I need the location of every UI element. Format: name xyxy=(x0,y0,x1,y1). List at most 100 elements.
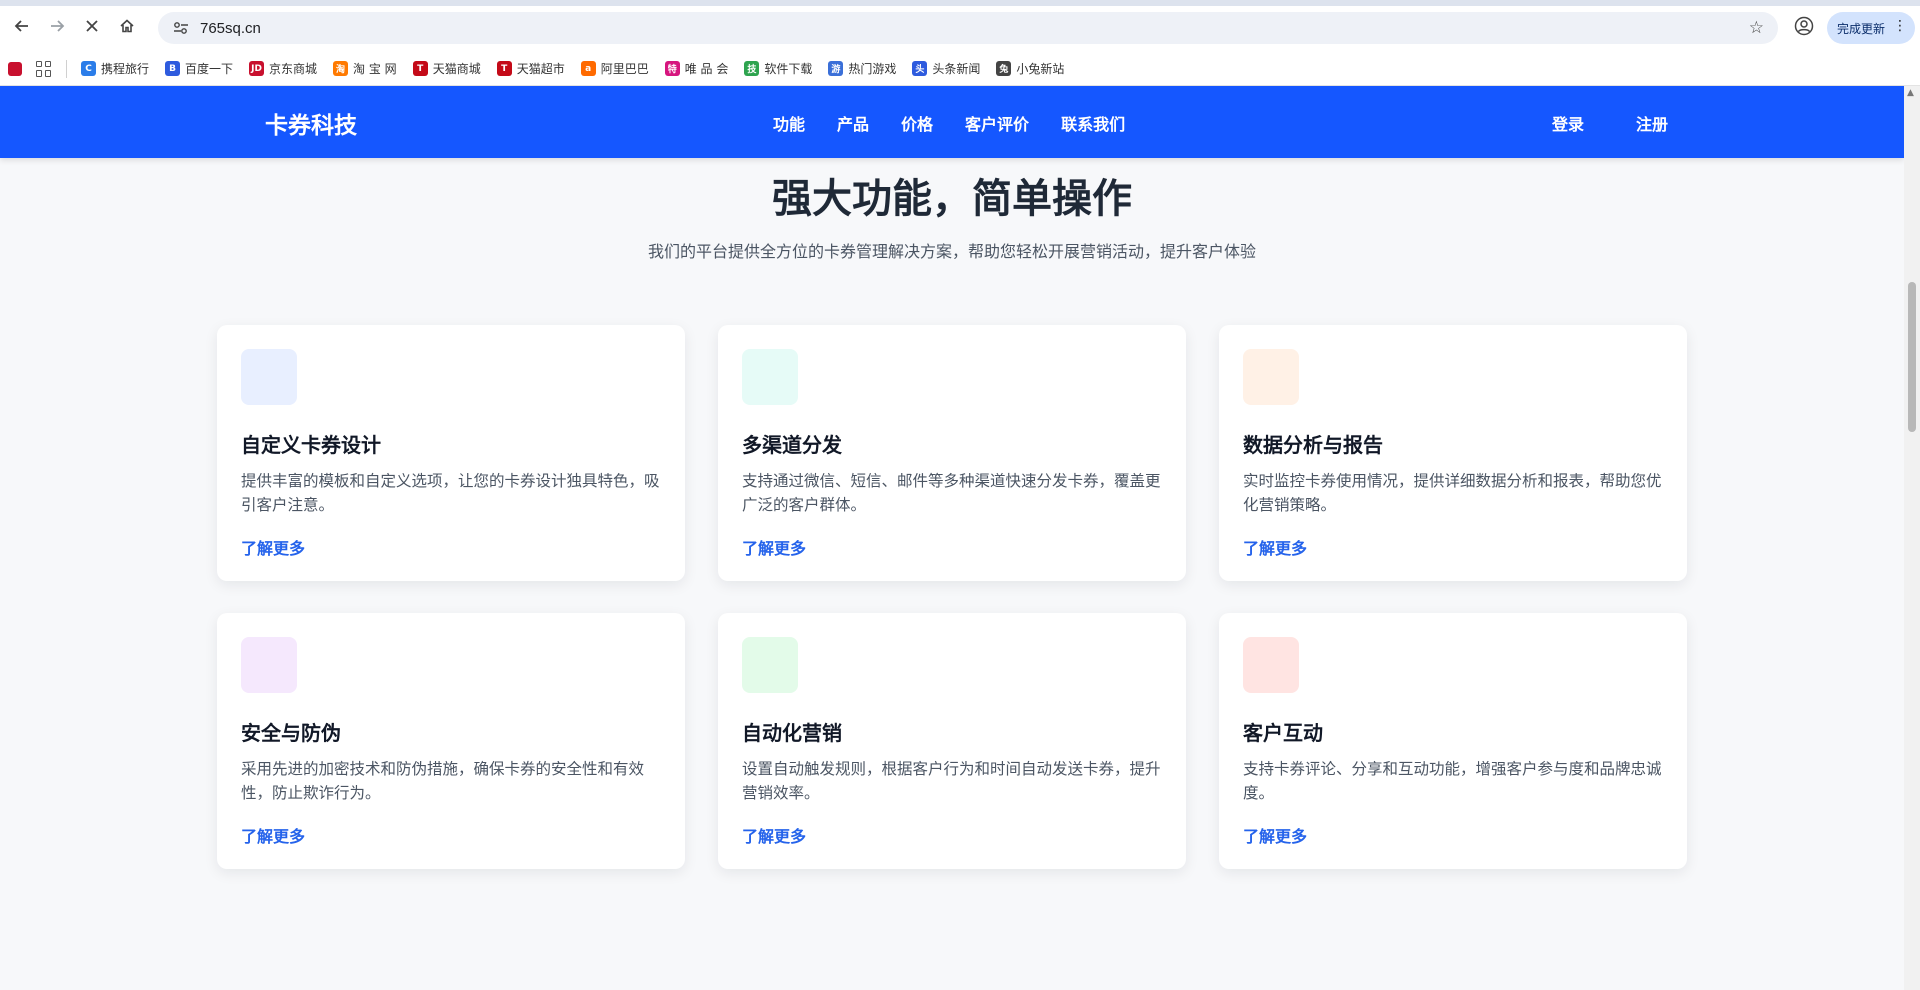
learn-more-link[interactable]: 了解更多 xyxy=(1243,535,1307,559)
bookmark-item[interactable]: JD 京东商城 xyxy=(249,60,317,77)
bookmark-label: 天猫商城 xyxy=(432,62,481,76)
learn-more-link[interactable]: 了解更多 xyxy=(742,535,806,559)
home-icon xyxy=(120,19,134,33)
nav-link-products[interactable]: 产品 xyxy=(837,111,869,135)
feature-card-multichannel: 多渠道分发 支持通过微信、短信、邮件等多种渠道快速分发卡券，覆盖更广泛的客户群体… xyxy=(718,325,1186,581)
feature-title: 数据分析与报告 xyxy=(1243,433,1383,457)
update-button[interactable]: 完成更新 ⋮ xyxy=(1827,12,1915,44)
nav-link-contact[interactable]: 联系我们 xyxy=(1061,111,1125,135)
bookmark-label: 淘 宝 网 xyxy=(353,62,397,76)
section-subtitle: 我们的平台提供全方位的卡券管理解决方案，帮助您轻松开展营销活动，提升客户体验 xyxy=(647,242,1256,261)
bookmarks-bar: C 携程旅行 B 百度一下 JD 京东商城 淘淘 宝 网 T 天猫商城 T 天猫超市 a 阿里巴巴 特唯 … xyxy=(0,52,1920,86)
bookmark-item[interactable]: 游热门游戏 xyxy=(828,60,896,77)
bookmark-label: 天猫超市 xyxy=(516,62,565,76)
bookmark-item[interactable]: 头头条新闻 xyxy=(912,60,980,77)
site-header: 卡券科技 功能 产品 价格 客户评价 联系我们 登录 注册 xyxy=(0,86,1904,158)
stop-loading-button[interactable] xyxy=(78,12,106,40)
bookmark-favicon-icon: 兔 xyxy=(996,61,1012,76)
bookmark-favicon-icon: a xyxy=(580,61,596,76)
feature-card-analytics: 数据分析与报告 实时监控卡券使用情况，提供详细数据分析和报表，帮助您优化营销策略… xyxy=(1219,325,1687,581)
register-button[interactable]: 注册 xyxy=(1636,111,1668,135)
profile-icon[interactable] xyxy=(1792,14,1816,38)
bookmark-item[interactable]: T 天猫商城 xyxy=(412,60,481,77)
feature-title: 多渠道分发 xyxy=(742,433,842,457)
forward-arrow-icon xyxy=(51,20,65,32)
bookmark-favicon-icon: 技 xyxy=(744,61,760,76)
bookmark-favicon-icon: T xyxy=(412,61,428,76)
tab-strip xyxy=(0,0,1920,6)
learn-more-link[interactable]: 了解更多 xyxy=(241,823,305,847)
feature-description: 实时监控卡券使用情况，提供详细数据分析和报表，帮助您优化营销策略。 xyxy=(1243,472,1662,514)
extension-icon[interactable] xyxy=(8,61,22,76)
bookmark-label: 携程旅行 xyxy=(101,62,150,76)
bookmark-label: 小兔新站 xyxy=(1016,62,1065,76)
bookmark-item[interactable]: B 百度一下 xyxy=(165,60,233,77)
bookmark-list: C 携程旅行 B 百度一下 JD 京东商城 淘淘 宝 网 T 天猫商城 T 天猫超市 a 阿里巴巴 特唯 … xyxy=(81,60,1080,77)
bookmark-item[interactable]: T 天猫超市 xyxy=(496,60,565,77)
bookmark-item[interactable]: C 携程旅行 xyxy=(81,60,149,77)
site-info-icon[interactable] xyxy=(166,21,196,35)
feature-card-security: 安全与防伪 采用先进的加密技术和防伪措施，确保卡券的安全性和有效性，防止欺诈行为… xyxy=(217,613,685,869)
bookmark-label: 头条新闻 xyxy=(932,62,981,76)
nav-link-reviews[interactable]: 客户评价 xyxy=(965,111,1029,135)
forward-button[interactable] xyxy=(43,12,71,40)
bookmark-favicon-icon: 游 xyxy=(828,61,844,76)
site-logo[interactable]: 卡券科技 xyxy=(265,106,357,140)
bookmark-star-icon[interactable]: ☆ xyxy=(1749,18,1764,38)
feature-description: 设置自动触发规则，根据客户行为和时间自动发送卡券，提升营销效率。 xyxy=(742,760,1161,802)
browser-toolbar: 765sq.cn ☆ 完成更新 ⋮ xyxy=(0,0,1920,52)
feature-description: 支持卡券评论、分享和互动功能，增强客户参与度和品牌忠诚度。 xyxy=(1243,760,1662,802)
menu-dots-icon[interactable]: ⋮ xyxy=(1893,18,1907,34)
scrollbar-thumb[interactable] xyxy=(1908,282,1916,432)
scroll-up-icon[interactable]: ▲ xyxy=(1907,88,1914,98)
feature-icon xyxy=(1243,637,1299,693)
learn-more-link[interactable]: 了解更多 xyxy=(241,535,305,559)
bookmark-label: 热门游戏 xyxy=(848,62,897,76)
bookmark-label: 软件下载 xyxy=(764,62,813,76)
login-button[interactable]: 登录 xyxy=(1552,111,1584,135)
feature-icon xyxy=(1243,349,1299,405)
home-button[interactable] xyxy=(113,12,141,40)
feature-title: 自动化营销 xyxy=(742,721,842,745)
section-title: 强大功能，简单操作 xyxy=(772,176,1132,222)
bookmark-favicon-icon: 特 xyxy=(664,61,680,76)
feature-title: 安全与防伪 xyxy=(241,721,341,745)
feature-description: 支持通过微信、短信、邮件等多种渠道快速分发卡券，覆盖更广泛的客户群体。 xyxy=(742,472,1161,514)
learn-more-link[interactable]: 了解更多 xyxy=(1243,823,1307,847)
learn-more-link[interactable]: 了解更多 xyxy=(742,823,806,847)
bookmark-favicon-icon: 头 xyxy=(912,61,928,76)
bookmark-item[interactable]: a 阿里巴巴 xyxy=(580,60,649,77)
bookmark-favicon-icon: B xyxy=(165,61,181,76)
bookmark-favicon-icon: 淘 xyxy=(333,61,349,76)
feature-card-automation: 自动化营销 设置自动触发规则，根据客户行为和时间自动发送卡券，提升营销效率。 了… xyxy=(718,613,1186,869)
feature-description: 采用先进的加密技术和防伪措施，确保卡券的安全性和有效性，防止欺诈行为。 xyxy=(241,760,645,802)
close-icon xyxy=(86,20,98,32)
bookmark-item[interactable]: 淘淘 宝 网 xyxy=(333,60,397,77)
bookmark-label: 唯 品 会 xyxy=(684,62,729,76)
feature-icon xyxy=(241,637,297,693)
bookmark-label: 京东商城 xyxy=(269,62,318,76)
feature-icon xyxy=(742,349,798,405)
back-arrow-icon xyxy=(14,20,28,32)
nav-link-features[interactable]: 功能 xyxy=(773,111,805,135)
page-viewport: 卡券科技 功能 产品 价格 客户评价 联系我们 登录 注册 强大功能，简单操作 … xyxy=(0,86,1904,990)
feature-icon xyxy=(742,637,798,693)
address-bar[interactable]: 765sq.cn ☆ xyxy=(158,12,1778,44)
url-text[interactable]: 765sq.cn xyxy=(200,20,261,37)
apps-grid-icon[interactable] xyxy=(36,60,52,77)
bookmark-item[interactable]: 特唯 品 会 xyxy=(664,60,729,77)
bookmark-item[interactable]: 技软件下载 xyxy=(744,60,812,77)
bookmark-label: 阿里巴巴 xyxy=(600,62,649,76)
bookmark-item[interactable]: 兔小兔新站 xyxy=(996,60,1064,77)
update-label: 完成更新 xyxy=(1837,21,1886,36)
page-scrollbar[interactable]: ▲ xyxy=(1904,86,1920,990)
back-button[interactable] xyxy=(8,12,36,40)
nav-link-pricing[interactable]: 价格 xyxy=(901,111,933,135)
bookmark-label: 百度一下 xyxy=(185,62,234,76)
main-nav: 功能 产品 价格 客户评价 联系我们 xyxy=(773,111,1157,135)
feature-icon xyxy=(241,349,297,405)
feature-description: 提供丰富的模板和自定义选项，让您的卡券设计独具特色，吸引客户注意。 xyxy=(241,472,660,514)
bookmark-favicon-icon: C xyxy=(81,61,96,76)
feature-card-interaction: 客户互动 支持卡券评论、分享和互动功能，增强客户参与度和品牌忠诚度。 了解更多 xyxy=(1219,613,1687,869)
feature-title: 自定义卡券设计 xyxy=(241,433,381,457)
